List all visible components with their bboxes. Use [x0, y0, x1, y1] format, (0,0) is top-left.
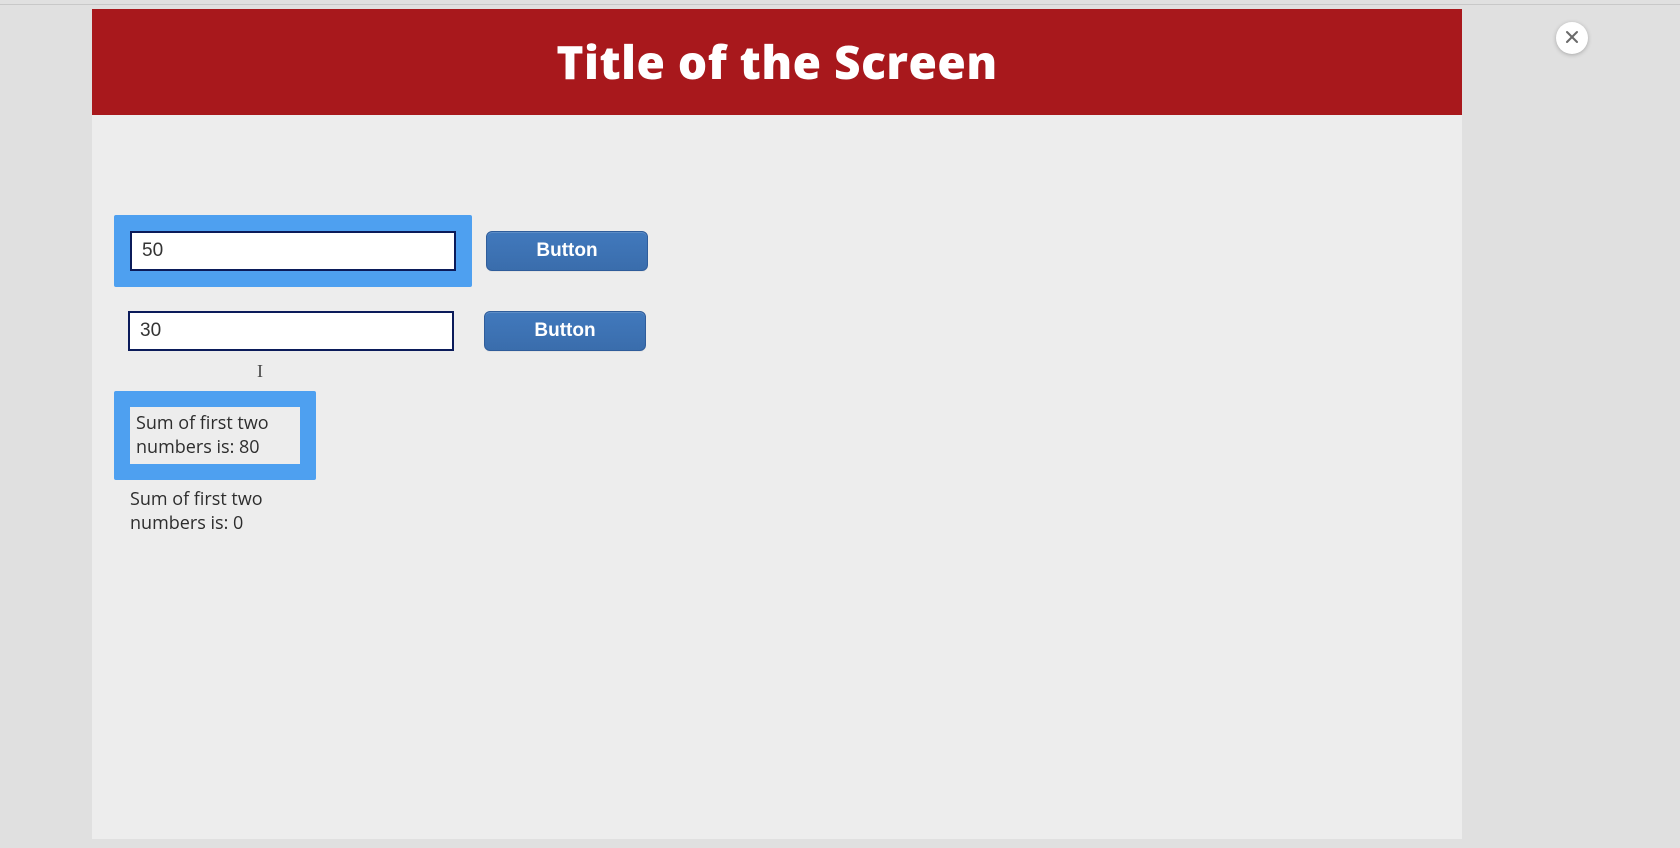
- stage: Title of the Screen Button Button I: [0, 0, 1680, 848]
- result-text-plain: Sum of first two numbers is: 0: [130, 487, 270, 536]
- text-cursor-icon: I: [257, 361, 263, 382]
- screen-title: Title of the Screen: [556, 31, 997, 93]
- result-text-highlighted: Sum of first two numbers is: 80: [136, 411, 276, 460]
- highlight-result: Sum of first two numbers is: 80: [114, 391, 316, 480]
- close-button[interactable]: [1556, 22, 1588, 54]
- highlight-input-1: [114, 215, 472, 287]
- number-input-1[interactable]: [130, 231, 456, 271]
- result-plain-wrap: Sum of first two numbers is: 0: [130, 487, 270, 536]
- button-1[interactable]: Button: [486, 231, 648, 271]
- screen-header: Title of the Screen: [92, 9, 1462, 115]
- close-icon: [1565, 27, 1579, 49]
- screen-panel: Title of the Screen Button Button I: [92, 9, 1462, 839]
- number-input-2[interactable]: [128, 311, 454, 351]
- input-row-1: Button: [114, 215, 648, 287]
- input-row-2: Button: [114, 311, 646, 351]
- result-highlighted-wrap: Sum of first two numbers is: 80: [114, 391, 316, 480]
- content-area: Button Button I Sum of first two numbers…: [92, 115, 1462, 215]
- button-2[interactable]: Button: [484, 311, 646, 351]
